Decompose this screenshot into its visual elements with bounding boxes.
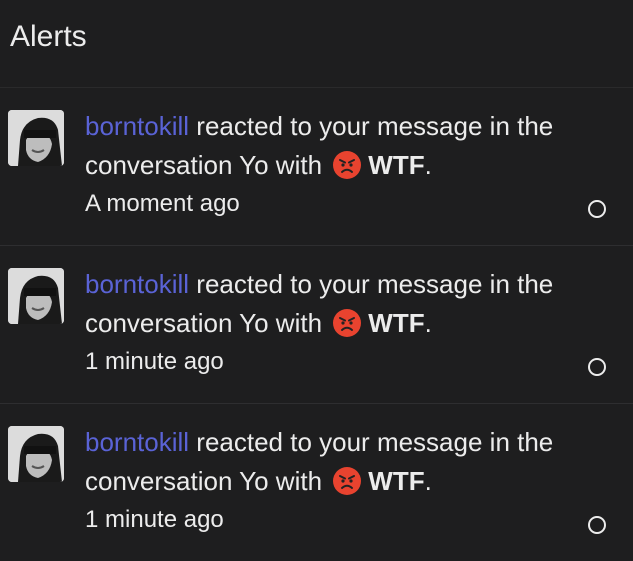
alert-timestamp: A moment ago <box>85 190 240 217</box>
avatar[interactable] <box>8 426 64 482</box>
avatar[interactable] <box>8 110 64 166</box>
alert-text-end: . <box>424 308 432 338</box>
alert-item[interactable]: borntokill reacted to your message in th… <box>0 404 633 561</box>
username-link[interactable]: borntokill <box>85 111 189 141</box>
alert-text-end: . <box>424 466 432 496</box>
alert-message: borntokill reacted to your message in th… <box>85 423 620 501</box>
alert-timestamp: 1 minute ago <box>85 506 224 533</box>
mark-read-toggle[interactable] <box>588 516 606 534</box>
reaction-name[interactable]: WTF <box>368 150 424 180</box>
reaction-name[interactable]: WTF <box>368 466 424 496</box>
avatar[interactable] <box>8 268 64 324</box>
username-link[interactable]: borntokill <box>85 269 189 299</box>
angry-face-icon <box>332 308 362 338</box>
page-title: Alerts <box>0 0 633 88</box>
alert-item[interactable]: borntokill reacted to your message in th… <box>0 88 633 246</box>
alert-message: borntokill reacted to your message in th… <box>85 265 620 343</box>
alerts-panel: Alerts borntokill reacted to your messag… <box>0 0 633 561</box>
alert-text-end: . <box>424 150 432 180</box>
alert-message: borntokill reacted to your message in th… <box>85 107 620 185</box>
mark-read-toggle[interactable] <box>588 358 606 376</box>
angry-face-icon <box>332 466 362 496</box>
mark-read-toggle[interactable] <box>588 200 606 218</box>
alert-item[interactable]: borntokill reacted to your message in th… <box>0 246 633 404</box>
reaction-name[interactable]: WTF <box>368 308 424 338</box>
username-link[interactable]: borntokill <box>85 427 189 457</box>
angry-face-icon <box>332 150 362 180</box>
alert-timestamp: 1 minute ago <box>85 348 224 375</box>
